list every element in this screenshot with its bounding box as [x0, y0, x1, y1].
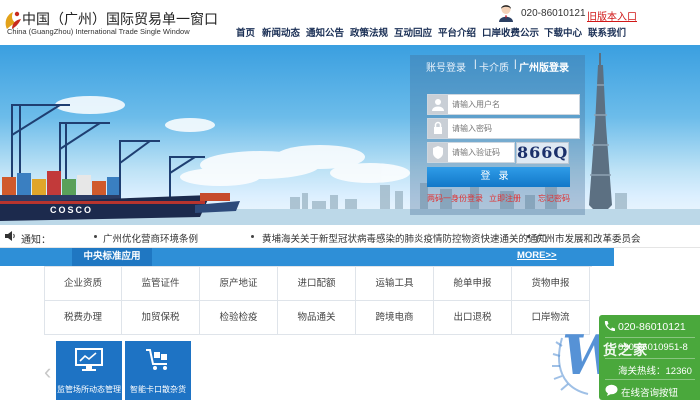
nav-contact[interactable]: 联系我们 — [588, 25, 626, 39]
shield-icon — [428, 143, 448, 162]
nav-policies[interactable]: 政策法规 — [350, 25, 388, 39]
nav-news[interactable]: 新闻动态 — [262, 25, 300, 39]
notice-bullet — [527, 235, 530, 238]
nav-platform-intro[interactable]: 平台介绍 — [438, 25, 476, 39]
nav-home[interactable]: 首页 — [236, 25, 255, 39]
site-header: 中国（广州）国际贸易单一窗口 China (GuangZhou) Interna… — [0, 0, 700, 45]
username-field[interactable] — [427, 94, 580, 115]
service-grid: 企业资质 监管证件 原产地证 进口配额 运输工具 舱单申报 货物申报 税费办理 … — [44, 266, 592, 335]
forgot-password-link[interactable]: 忘记密码 — [538, 193, 570, 204]
service-tax-handling[interactable]: 税费办理 — [44, 301, 122, 335]
captcha-field[interactable] — [427, 142, 515, 163]
login-button[interactable]: 登录 — [427, 167, 570, 187]
service-manifest-declaration[interactable]: 舱单申报 — [434, 267, 512, 301]
tile-label: 监管场所动态管理 — [57, 385, 121, 394]
two-code-login-link[interactable]: 两码一身份登录 — [427, 193, 483, 204]
register-link[interactable]: 立即注册 — [489, 193, 521, 204]
speaker-icon — [5, 231, 15, 241]
nav-port-fees[interactable]: 口岸收费公示 — [482, 25, 539, 39]
float-phone: 020-86010121 — [618, 321, 686, 333]
old-version-link[interactable]: 旧版本入口 — [587, 8, 637, 23]
site-subtitle: China (GuangZhou) International Trade Si… — [7, 27, 190, 36]
notice-item[interactable]: 广州优化营商环境条例 — [103, 231, 198, 245]
tile-site-dynamic-management[interactable]: 监管场所动态管理 — [56, 341, 122, 400]
service-enterprise-qualification[interactable]: 企业资质 — [44, 267, 122, 301]
tab-card-login[interactable]: 卡介质 — [479, 59, 509, 74]
lock-icon — [428, 119, 448, 138]
notice-bullet — [94, 235, 97, 238]
site-title: 中国（广州）国际贸易单一窗口 — [22, 11, 218, 27]
online-consult-button[interactable]: 在线咨询按钮 — [621, 385, 700, 399]
tab-separator: | — [514, 59, 517, 70]
monitor-icon — [75, 348, 103, 371]
carousel-prev-arrow[interactable]: ‹ — [44, 359, 51, 385]
phone-icon — [604, 321, 615, 332]
service-regulatory-certificates[interactable]: 监管证件 — [122, 267, 200, 301]
more-link[interactable]: MORE>> — [517, 250, 557, 261]
login-tabs: 账号登录 | 卡介质 | 广州版登录 — [410, 55, 585, 75]
header-phone: 020-86010121 — [521, 8, 586, 19]
tab-account-login[interactable]: 账号登录 — [426, 59, 466, 74]
notice-bar: 通知： 广州优化营商环境条例 黄埔海关关于新型冠状病毒感染的肺炎疫情防控物资快速… — [0, 225, 700, 248]
customer-service-icon — [499, 5, 513, 22]
tab-guangzhou-login[interactable]: 广州版登录 — [519, 59, 569, 74]
notice-item[interactable]: 广州市发展和改革委员会 — [536, 231, 641, 245]
service-inspection-quarantine[interactable]: 检验检疫 — [200, 301, 278, 335]
watermark-text: 货之家 — [603, 342, 648, 358]
nav-interaction[interactable]: 互动回应 — [394, 25, 432, 39]
captcha-image[interactable]: 866Q — [516, 142, 569, 164]
notice-label: 通知： — [21, 235, 51, 246]
user-icon — [428, 95, 448, 114]
tile-label: 智能卡口散杂货 — [130, 385, 186, 394]
password-field[interactable] — [427, 118, 580, 139]
service-processing-trade-bonded[interactable]: 加贸保税 — [122, 301, 200, 335]
nav-notices[interactable]: 通知公告 — [306, 25, 344, 39]
notice-item[interactable]: 黄埔海关关于新型冠状病毒感染的肺炎疫情防控物资快速通关的通知 — [262, 231, 547, 245]
cart-icon — [146, 349, 167, 370]
tab-central-apps[interactable]: 中央标准应用 — [72, 248, 152, 266]
chat-bubble-icon — [605, 384, 618, 396]
service-cross-border-ecommerce[interactable]: 跨境电商 — [356, 301, 434, 335]
service-transport-vehicle[interactable]: 运输工具 — [356, 267, 434, 301]
customs-hotline: 海关热线：12360 — [618, 366, 692, 377]
service-export-tax-rebate[interactable]: 出口退税 — [434, 301, 512, 335]
captcha-input[interactable] — [452, 146, 512, 159]
username-input[interactable] — [452, 98, 572, 111]
service-goods-declaration[interactable]: 货物申报 — [512, 267, 590, 301]
service-certificate-of-origin[interactable]: 原产地证 — [200, 267, 278, 301]
service-import-quota[interactable]: 进口配额 — [278, 267, 356, 301]
password-input[interactable] — [452, 122, 572, 135]
notice-bullet — [251, 235, 254, 238]
nav-downloads[interactable]: 下载中心 — [544, 25, 582, 39]
service-article-clearance[interactable]: 物品通关 — [278, 301, 356, 335]
tile-smart-gate-bulk[interactable]: 智能卡口散杂货 — [125, 341, 191, 400]
divider — [605, 337, 695, 338]
divider — [605, 379, 695, 380]
port-illustration: COSCO — [0, 53, 700, 225]
hero-banner: COSCO — [0, 45, 700, 225]
tab-separator: | — [474, 59, 477, 70]
ship-name: COSCO — [50, 205, 93, 215]
